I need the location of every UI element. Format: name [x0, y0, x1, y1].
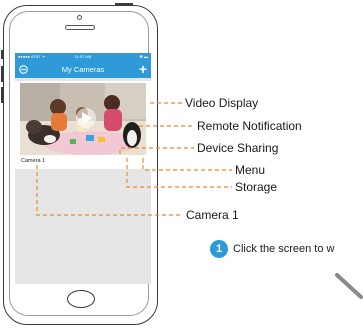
callout-device-sharing: Device Sharing [197, 141, 279, 155]
front-camera-icon [77, 15, 82, 20]
callout-camera-1: Camera 1 [186, 208, 239, 222]
video-thumbnail [20, 83, 146, 155]
battery-indicator: ✱ ▬ [139, 54, 148, 59]
add-camera-button[interactable]: + [139, 62, 147, 76]
camera-name-label: Camera 1 [21, 158, 46, 164]
video-display[interactable] [20, 83, 146, 155]
phone-screen: ●●●●● AT&T ᯤ 11:57 AM ✱ ▬ My Cameras + C… [15, 53, 151, 284]
step-number-badge: 1 [210, 240, 228, 258]
instruction-illustration: ●●●●● AT&T ᯤ 11:57 AM ✱ ▬ My Cameras + C… [0, 0, 363, 332]
status-time: 11:57 AM [74, 54, 92, 59]
swipe-arrow-icon [335, 273, 363, 299]
status-bar: ●●●●● AT&T ᯤ 11:57 AM ✱ ▬ [15, 53, 151, 61]
callout-remote-notification: Remote Notification [197, 119, 302, 133]
camera-card[interactable]: Camera 1 [15, 81, 151, 169]
home-button[interactable] [67, 290, 95, 308]
app-nav-bar: My Cameras + [15, 61, 151, 78]
page-title: My Cameras [61, 65, 105, 74]
earpiece-speaker [65, 25, 95, 30]
step-instruction-text: Click the screen to w [233, 243, 335, 255]
callout-menu: Menu [235, 163, 266, 177]
callout-video-display: Video Display [185, 96, 259, 110]
menu-dots-icon[interactable] [140, 160, 146, 164]
callout-storage: Storage [235, 180, 278, 194]
